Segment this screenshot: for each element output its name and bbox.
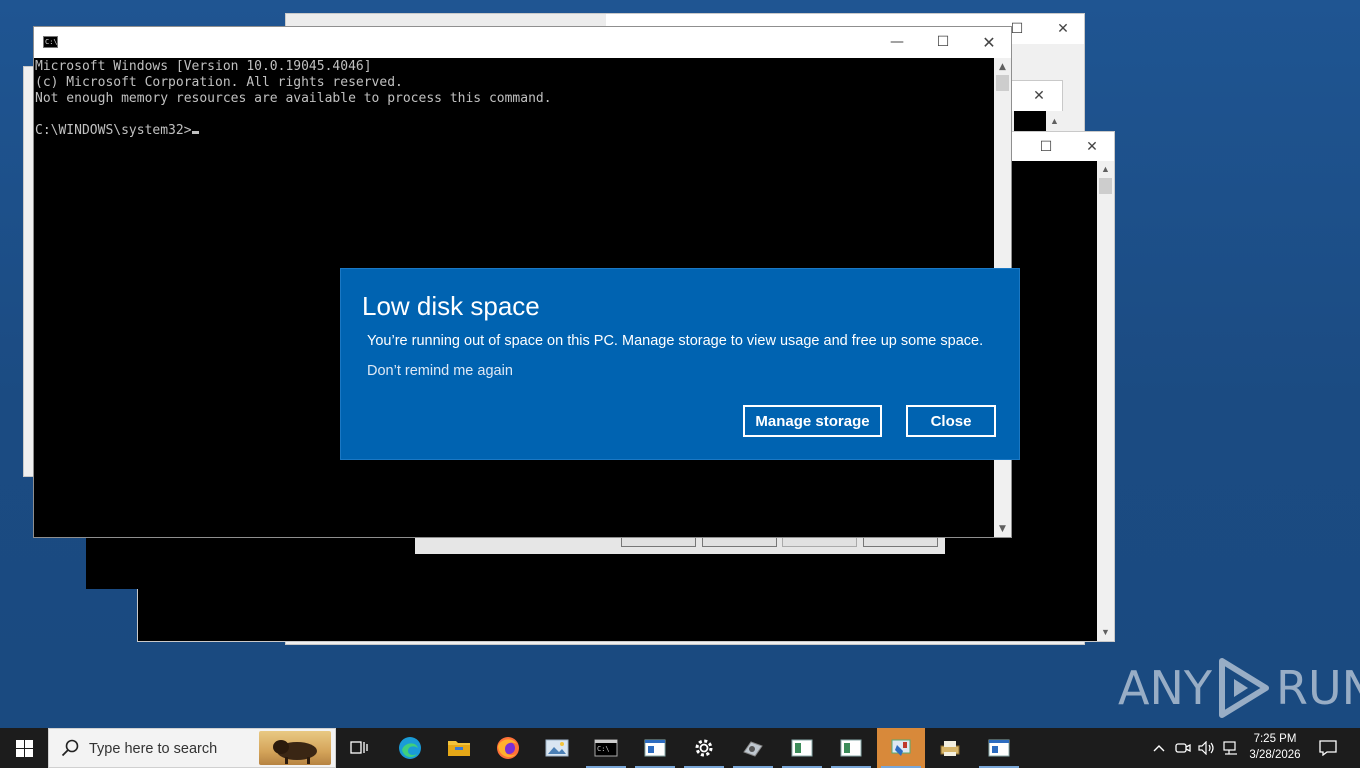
- task-view-icon[interactable]: [336, 728, 384, 768]
- network-app-icon[interactable]: [729, 728, 777, 768]
- dialog-title: Low disk space: [362, 291, 540, 321]
- console-prompt: C:\WINDOWS\system32>: [35, 123, 192, 138]
- close-icon[interactable]: ✕: [1016, 81, 1062, 111]
- apply-button[interactable]: [782, 537, 857, 547]
- scroll-down-arrow[interactable]: ▼: [1097, 624, 1114, 641]
- low-disk-space-dialog: Low disk space You’re running out of spa…: [340, 268, 1020, 460]
- manage-storage-button[interactable]: Manage storage: [743, 405, 882, 437]
- taskbar-search-box[interactable]: Type here to search: [48, 728, 336, 768]
- volume-button[interactable]: [1196, 728, 1218, 768]
- edge-icon[interactable]: [386, 728, 434, 768]
- network-button[interactable]: [1220, 728, 1242, 768]
- photo-viewer-icon[interactable]: [533, 728, 581, 768]
- dont-remind-link[interactable]: Don’t remind me again: [367, 363, 513, 379]
- console-line: (c) Microsoft Corporation. All rights re…: [35, 75, 403, 90]
- svg-text:C:\: C:\: [597, 745, 610, 753]
- meet-now-button[interactable]: [1172, 728, 1194, 768]
- show-hidden-icons-button[interactable]: [1148, 728, 1170, 768]
- window-app-icon[interactable]: [631, 728, 679, 768]
- dialog-black-pane: [1014, 111, 1046, 131]
- console-line: Microsoft Windows [Version 10.0.19045.40…: [35, 59, 372, 74]
- bison-icon: [273, 740, 317, 764]
- help-button[interactable]: [863, 537, 938, 547]
- scroll-up-arrow[interactable]: ▲: [1097, 161, 1114, 178]
- search-highlight-image: [259, 731, 331, 765]
- maximize-icon[interactable]: ☐: [920, 27, 966, 57]
- camera-icon: [1175, 743, 1191, 753]
- anyrun-watermark: ANY RUN: [1118, 656, 1360, 720]
- dialog-message: You’re running out of space on this PC. …: [367, 333, 984, 349]
- text-cursor: [191, 131, 199, 134]
- dialog-scroll-up[interactable]: ▲: [1046, 111, 1063, 131]
- watermark-left-text: ANY: [1118, 661, 1212, 715]
- ok-button[interactable]: [621, 537, 696, 547]
- windows-logo-icon: [15, 739, 33, 757]
- close-button[interactable]: Close: [906, 405, 996, 437]
- cancel-button[interactable]: [702, 537, 777, 547]
- console-prompt-line: C:\WINDOWS\system32>: [35, 123, 996, 139]
- window-app-icon[interactable]: [778, 728, 826, 768]
- cmd-window-icon: C:\: [43, 36, 58, 48]
- speaker-icon: [1198, 741, 1214, 755]
- printer-app-icon[interactable]: [926, 728, 974, 768]
- maximize-icon[interactable]: ☐: [1023, 132, 1069, 161]
- console-line: Not enough memory resources are availabl…: [35, 91, 552, 106]
- clock-date: 3/28/2026: [1249, 749, 1301, 761]
- background-dialog-buttons: [415, 537, 945, 554]
- settings-icon[interactable]: [680, 728, 728, 768]
- action-center-button[interactable]: [1312, 728, 1344, 768]
- scroll-up-arrow[interactable]: ▲: [994, 58, 1011, 75]
- console-scrollbar[interactable]: ▲ ▼: [1097, 161, 1114, 641]
- scroll-thumb[interactable]: [1099, 178, 1112, 194]
- cmd-title-bar[interactable]: C:\ — ☐ ✕: [34, 27, 1011, 58]
- play-logo-icon: [1218, 658, 1269, 718]
- file-explorer-icon[interactable]: [435, 728, 483, 768]
- notification-icon: [1319, 740, 1337, 756]
- clock-time: 7:25 PM: [1253, 733, 1297, 745]
- cmd-icon[interactable]: C:\: [582, 728, 630, 768]
- close-icon[interactable]: ✕: [1040, 14, 1086, 44]
- taskbar-clock[interactable]: 7:25 PM 3/28/2026: [1240, 731, 1310, 763]
- minimize-icon[interactable]: —: [874, 27, 920, 57]
- desktop: ☐ ✕ ✕ ▲ ☐ ✕ ▲ ▼ C:\ — ☐ ✕ Microsoft Wind…: [0, 0, 1360, 728]
- firefox-icon[interactable]: [484, 728, 532, 768]
- taskbar: Type here to search C:\ 7:25 PM 3/28/202…: [0, 728, 1360, 768]
- watermark-right-text: RUN: [1275, 661, 1360, 715]
- search-icon: [61, 739, 79, 757]
- window-app-icon[interactable]: [975, 728, 1023, 768]
- scroll-down-arrow[interactable]: ▼: [994, 520, 1011, 537]
- close-icon[interactable]: ✕: [966, 27, 1012, 57]
- window-app-icon[interactable]: [827, 728, 875, 768]
- start-button[interactable]: [0, 728, 48, 768]
- chevron-up-icon: [1153, 745, 1165, 752]
- background-black-pane: [86, 536, 138, 589]
- close-icon[interactable]: ✕: [1069, 132, 1115, 161]
- scroll-thumb[interactable]: [996, 75, 1009, 91]
- search-placeholder: Type here to search: [89, 741, 218, 757]
- network-icon: [1223, 741, 1237, 755]
- control-panel-icon[interactable]: [877, 728, 925, 768]
